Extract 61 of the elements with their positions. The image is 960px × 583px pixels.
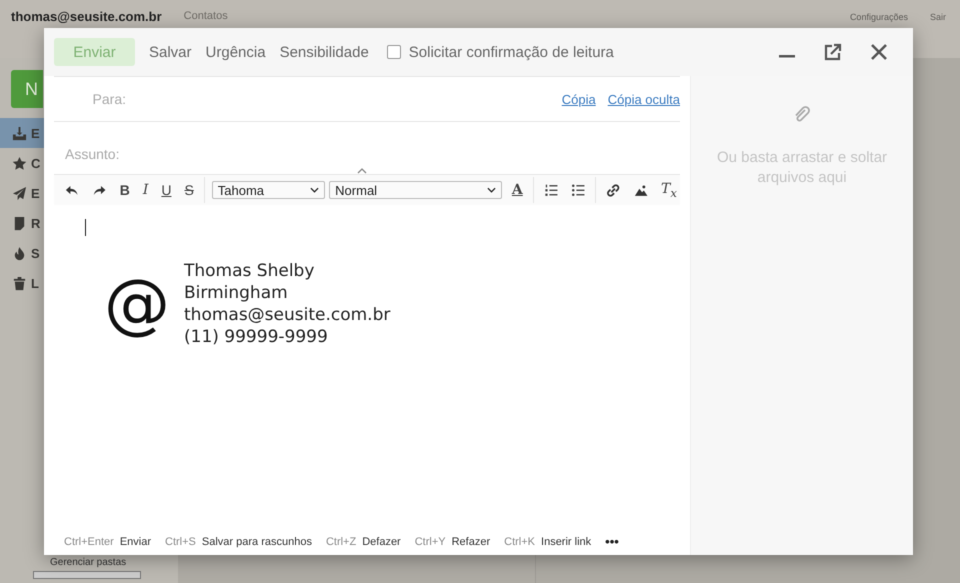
nav-link[interactable]: Contatos bbox=[184, 10, 228, 23]
shortcut-keys: Ctrl+K bbox=[504, 536, 536, 548]
folder-item[interactable]: E bbox=[0, 118, 44, 148]
bullet-list-icon[interactable] bbox=[571, 182, 586, 198]
shortcut-action: Defazer bbox=[362, 536, 401, 548]
manage-folders-link[interactable]: Gerenciar pastas bbox=[50, 557, 178, 569]
numbered-list-icon[interactable] bbox=[544, 182, 558, 198]
folder-item[interactable]: E bbox=[0, 178, 44, 208]
chevron-down-icon bbox=[310, 187, 320, 193]
checkbox-label: Solicitar confirmação de leitura bbox=[408, 44, 614, 60]
folder-item[interactable]: L bbox=[0, 268, 44, 298]
shortcut-keys: Ctrl+Y bbox=[414, 536, 446, 548]
star-icon bbox=[12, 156, 27, 170]
format-button[interactable]: B bbox=[116, 182, 133, 198]
size-select[interactable]: Normal bbox=[329, 181, 502, 199]
new-message-button[interactable]: N bbox=[11, 70, 43, 108]
settings-link[interactable]: Configurações bbox=[850, 12, 908, 23]
checkbox[interactable] bbox=[386, 45, 401, 59]
shortcut-keys: Ctrl+Z bbox=[326, 536, 356, 548]
more-button[interactable]: ••• bbox=[605, 534, 619, 549]
subject-label: Assunto: bbox=[65, 146, 120, 162]
folder-item[interactable]: R bbox=[0, 208, 44, 238]
shortcut-action: Salvar para rascunhos bbox=[202, 536, 312, 548]
trash-icon bbox=[12, 276, 27, 290]
inbox-icon bbox=[12, 126, 27, 140]
account-email: thomas@seusite.com.br bbox=[11, 9, 162, 24]
toolbar-action[interactable]: Sensibilidade bbox=[280, 44, 369, 60]
link-icon[interactable] bbox=[606, 182, 621, 198]
format-button[interactable]: S bbox=[181, 182, 197, 198]
toolbar-action[interactable]: Salvar bbox=[149, 44, 192, 60]
signature-line: Birmingham bbox=[184, 282, 289, 304]
bcc-link[interactable]: Cópia oculta bbox=[608, 92, 680, 106]
font-select[interactable]: Tahoma bbox=[212, 181, 326, 199]
at-sign-logo: @ bbox=[104, 271, 170, 337]
format-button[interactable]: U bbox=[158, 182, 174, 198]
text-color-button[interactable]: A bbox=[508, 182, 526, 198]
collapse-icon[interactable] bbox=[357, 168, 367, 174]
to-label: Para: bbox=[92, 91, 126, 107]
folder-item[interactable]: S bbox=[0, 238, 44, 268]
popout-icon[interactable] bbox=[823, 42, 843, 62]
toolbar-action[interactable]: Urgência bbox=[206, 44, 266, 60]
shortcut-action: Inserir link bbox=[541, 536, 592, 548]
shortcut-keys: Ctrl+Enter bbox=[64, 536, 114, 548]
chevron-down-icon bbox=[486, 187, 496, 193]
shortcut-action: Refazer bbox=[452, 536, 490, 548]
flame-icon bbox=[12, 246, 27, 260]
plane-icon bbox=[12, 186, 27, 200]
folder-item[interactable]: C bbox=[0, 148, 44, 178]
image-icon[interactable] bbox=[634, 182, 648, 198]
signature-line: Thomas Shelby bbox=[184, 260, 316, 282]
logout-link[interactable]: Sair bbox=[930, 12, 946, 23]
format-button[interactable]: I bbox=[140, 182, 152, 198]
shortcut-action: Enviar bbox=[120, 536, 152, 548]
shortcut-keys: Ctrl+S bbox=[165, 536, 196, 548]
close-icon[interactable] bbox=[869, 42, 889, 62]
signature-line: (11) 99999-9999 bbox=[184, 326, 329, 348]
text-cursor bbox=[85, 219, 86, 236]
signature-line: thomas@seusite.com.br bbox=[184, 304, 390, 326]
doc-icon bbox=[12, 216, 27, 230]
cc-link[interactable]: Cópia bbox=[562, 92, 596, 106]
clear-format-button[interactable]: T$_{x}$ bbox=[658, 180, 680, 200]
